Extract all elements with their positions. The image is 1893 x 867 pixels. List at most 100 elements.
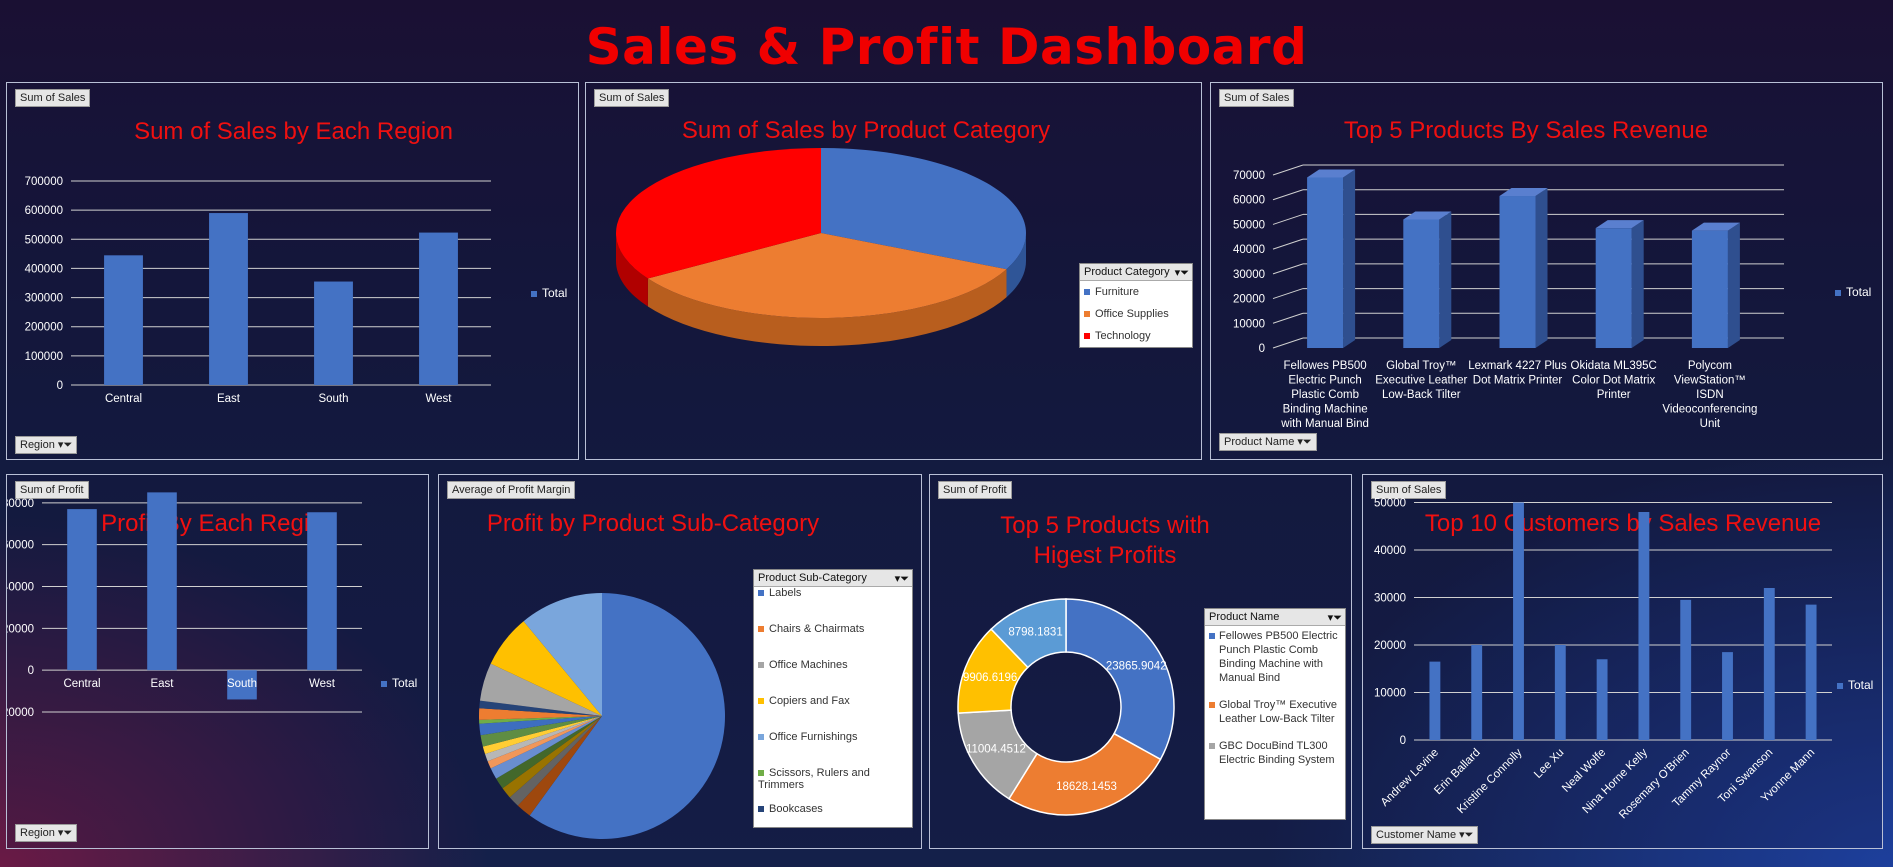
x-tick-label: ViewStation™ bbox=[1674, 375, 1746, 387]
legend-item[interactable]: Copiers and Fax bbox=[754, 695, 912, 731]
y-tick-label: 0 bbox=[1400, 735, 1406, 747]
bar bbox=[1763, 588, 1775, 740]
legend-header[interactable]: Product Category ▾⏷ bbox=[1080, 264, 1192, 281]
bar bbox=[1680, 599, 1692, 740]
y-tick-label: 100000 bbox=[25, 351, 63, 363]
filter-icon: ▾⏷ bbox=[1174, 267, 1189, 279]
x-tick-label: Global Troy™ bbox=[1386, 360, 1456, 372]
customer-filter-button[interactable]: Customer Name ▾⏷ bbox=[1371, 826, 1479, 844]
legend-label: Total bbox=[1846, 285, 1872, 299]
bar bbox=[1307, 177, 1344, 348]
bar bbox=[1471, 645, 1483, 740]
x-tick-label: East bbox=[150, 678, 174, 690]
y-tick-label: 10000 bbox=[1233, 318, 1265, 330]
legend-item-label: Chairs & Chairmats bbox=[769, 623, 865, 635]
gridline-slant bbox=[1272, 337, 1304, 349]
top10-customers-chart: 0100002000030000400005000060000Andrew Le… bbox=[1374, 498, 1832, 821]
legend-item[interactable]: Chairs & Chairmats bbox=[754, 623, 912, 659]
subcategory-legend[interactable]: Product Sub-Category ▾⏷ Labels Chairs & Ch… bbox=[753, 569, 913, 828]
y-tick-label: 40000 bbox=[1374, 545, 1406, 557]
y-tick-label: 70000 bbox=[1233, 170, 1265, 182]
legend-item[interactable]: Scissors, Rulers and Trimmers bbox=[754, 767, 912, 803]
category-legend[interactable]: Product Category ▾⏷ Furniture Office Suppl… bbox=[1079, 263, 1193, 348]
filter-icon: ▾⏷ bbox=[1327, 612, 1342, 624]
gridline-slant bbox=[1272, 238, 1304, 250]
legend-item[interactable]: Furniture bbox=[1080, 281, 1192, 303]
data-label: 11004.4512 bbox=[966, 744, 1026, 756]
legend-item-label: Global Troy™ Executive Leather Low-Back … bbox=[1219, 699, 1337, 725]
bar bbox=[419, 232, 458, 385]
x-tick-label: Executive Leather bbox=[1375, 375, 1467, 387]
y-tick-label: 30000 bbox=[1374, 593, 1406, 605]
region-filter-button[interactable]: Region ▾⏷ bbox=[15, 436, 78, 454]
x-tick-label: West bbox=[426, 393, 453, 405]
legend: Total bbox=[531, 286, 567, 300]
filter-icon: ▾⏷ bbox=[57, 439, 73, 451]
legend-swatch bbox=[1084, 311, 1090, 318]
legend-item-label: Office Supplies bbox=[1095, 308, 1169, 320]
y-tick-label: 400000 bbox=[25, 263, 63, 275]
dashboard-title: Sales & Profit Dashboard bbox=[585, 18, 1308, 76]
bar bbox=[147, 492, 177, 671]
sales-by-region-chart: 0 100000 200000 300000 400000 500000 600000 700… bbox=[25, 176, 491, 405]
gridline-slant bbox=[1272, 288, 1304, 300]
legend-item[interactable]: Labels bbox=[754, 587, 912, 623]
bar bbox=[1499, 196, 1536, 348]
legend-swatch bbox=[1209, 633, 1215, 639]
x-tick-label: Lexmark 4227 Plus bbox=[1468, 360, 1567, 372]
x-tick-label: Lee Xu bbox=[1532, 747, 1566, 781]
legend-item-label: Furniture bbox=[1095, 286, 1140, 298]
legend-item[interactable]: Global Troy™ Executive Leather Low-Back … bbox=[1205, 695, 1345, 736]
legend-item[interactable]: Office Furnishings bbox=[754, 731, 912, 767]
x-tick-label: South bbox=[227, 678, 257, 690]
filter-icon: ▾⏷ bbox=[894, 573, 909, 585]
legend-header[interactable]: Product Name ▾⏷ bbox=[1205, 609, 1345, 626]
bar-side bbox=[1439, 211, 1452, 348]
filter-label: Customer Name bbox=[1376, 829, 1457, 841]
legend-header-label: Product Sub-Category bbox=[758, 572, 867, 584]
y-tick-label: 0 bbox=[57, 380, 63, 392]
legend-item[interactable]: GBC DocuBind TL300 Electric Binding Syst… bbox=[1205, 736, 1345, 777]
data-label: 18628.1453 bbox=[1056, 781, 1117, 793]
x-tick-label: Central bbox=[105, 393, 142, 405]
legend-item[interactable]: Fellowes PB500 Electric Punch Plastic Co… bbox=[1205, 626, 1345, 695]
legend-item-label: Copiers and Fax bbox=[769, 695, 850, 707]
product-legend[interactable]: Product Name ▾⏷ Fellowes PB500 Electric P… bbox=[1204, 608, 1346, 820]
y-tick-label: 60000 bbox=[1233, 195, 1265, 207]
region-filter-button[interactable]: Region ▾⏷ bbox=[15, 824, 78, 842]
legend-item-label: Scissors, Rulers and Trimmers bbox=[758, 767, 870, 791]
y-tick-label: 50000 bbox=[1233, 219, 1265, 231]
x-tick-label: Okidata ML395C bbox=[1571, 360, 1657, 372]
legend-header[interactable]: Product Sub-Category ▾⏷ bbox=[754, 570, 912, 587]
legend-swatch bbox=[531, 290, 537, 297]
gridline-slant bbox=[1272, 189, 1304, 201]
panel-sales-by-category: Sum of Sales Sum of Sales by Product Cat… bbox=[585, 82, 1202, 460]
y-tick-label: -20000 bbox=[6, 707, 34, 719]
bar bbox=[1722, 652, 1733, 740]
panel-profit-by-region: Sum of Profit Profit By Each Region -200… bbox=[6, 474, 429, 849]
x-tick-label: Polycom bbox=[1688, 360, 1732, 372]
x-tick-label: Fellowes PB500 bbox=[1284, 360, 1367, 372]
x-tick-label: East bbox=[217, 393, 241, 405]
x-tick-label: ISDN bbox=[1696, 389, 1723, 401]
x-tick-label: with Manual Bind bbox=[1280, 418, 1369, 430]
legend-swatch bbox=[758, 662, 764, 669]
y-tick-label: 700000 bbox=[25, 176, 63, 188]
product-filter-button[interactable]: Product Name ▾⏷ bbox=[1219, 433, 1317, 451]
panel-top10-customers: Sum of Sales Top 10 Customers by Sales R… bbox=[1362, 474, 1883, 849]
x-tick-label: Printer bbox=[1597, 389, 1631, 401]
y-tick-label: 500000 bbox=[25, 234, 63, 246]
panel-profit-by-subcategory: Average of Profit Margin Profit by Produ… bbox=[438, 474, 922, 849]
legend-item[interactable]: Office Machines bbox=[754, 659, 912, 695]
legend-header-label: Product Category bbox=[1084, 266, 1170, 278]
y-tick-label: 300000 bbox=[25, 293, 63, 305]
legend-swatch bbox=[758, 626, 764, 633]
legend-item[interactable]: Technology bbox=[1080, 325, 1192, 347]
legend-header-label: Product Name bbox=[1209, 611, 1280, 623]
x-tick-label: Videoconferencing bbox=[1662, 404, 1757, 416]
legend-item[interactable]: Bookcases bbox=[754, 803, 912, 839]
filter-icon: ▾⏷ bbox=[57, 827, 73, 839]
gridline-slant bbox=[1272, 263, 1304, 275]
legend-item[interactable]: Office Supplies bbox=[1080, 303, 1192, 325]
legend-label: Total bbox=[392, 676, 418, 690]
